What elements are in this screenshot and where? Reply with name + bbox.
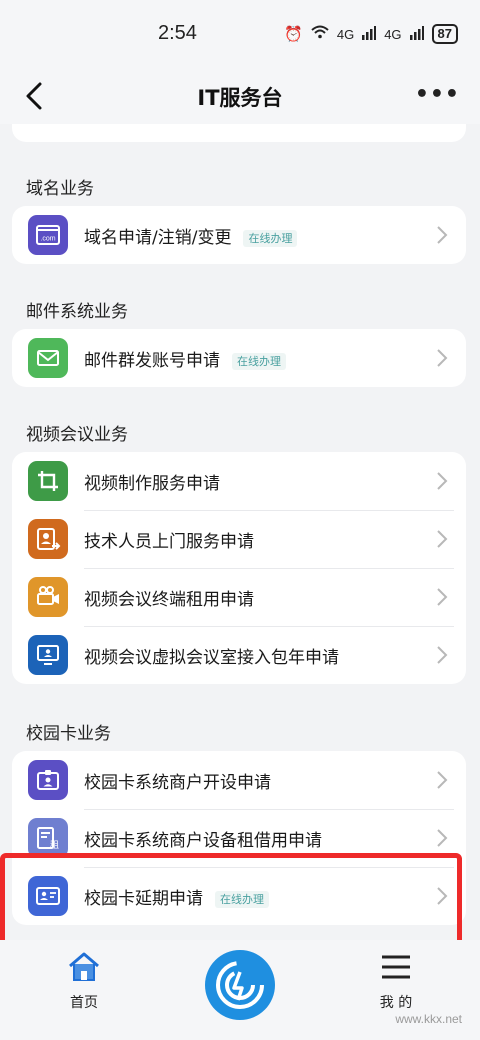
status-time: 2:54	[158, 22, 197, 44]
service-video-terminal[interactable]: 视频会议终端租用申请	[12, 568, 466, 626]
card-video: 视频制作服务申请 技术人员上门服务申请 视频会议终端租用申请 视频会议虚拟会议室…	[12, 452, 466, 684]
person-arrow-icon	[28, 519, 68, 559]
online-badge: 在线办理	[215, 890, 269, 908]
service-mail-account-label: 邮件群发账号申请	[84, 350, 220, 371]
service-label: 视频会议终端租用申请	[84, 589, 254, 610]
service-video-production[interactable]: 视频制作服务申请	[12, 452, 466, 510]
service-label: 视频会议虚拟会议室接入包年申请	[84, 647, 339, 668]
crop-icon	[28, 461, 68, 501]
service-label: 邮件群发账号申请 在线办理	[84, 346, 286, 371]
svg-text:.com: .com	[40, 236, 55, 243]
video-camera-icon	[28, 577, 68, 617]
wifi-icon	[311, 25, 329, 43]
chevron-right-icon	[437, 829, 448, 847]
chevron-right-icon	[437, 530, 448, 548]
service-label: 校园卡系统商户设备租借用申请	[84, 830, 322, 851]
svg-text:租: 租	[50, 840, 59, 851]
service-label: 校园卡延期申请 在线办理	[84, 884, 269, 909]
section-title-video: 视频会议业务	[26, 425, 128, 445]
watermark: www.kkx.net	[395, 1012, 462, 1026]
section-title-campus: 校园卡业务	[26, 724, 111, 744]
service-label: 校园卡系统商户开设申请	[84, 772, 271, 793]
service-list[interactable]: 域名业务 .com 域名申请/注销/变更 在线办理 邮件系统业务 邮件群发账号申请…	[0, 124, 480, 940]
tab-bar: 首页 我 的 www.kkx.net	[0, 940, 480, 1040]
service-label: 视频制作服务申请	[84, 473, 220, 494]
signal-4g-2: 4G	[384, 26, 402, 42]
chevron-right-icon	[437, 588, 448, 606]
card-campus: 校园卡系统商户开设申请 租 校园卡系统商户设备租借用申请 校园卡延期申请 在线办理	[12, 751, 466, 925]
chevron-right-icon	[437, 226, 448, 244]
website-icon: .com	[28, 215, 68, 255]
home-icon	[69, 952, 99, 981]
service-merchant-open[interactable]: 校园卡系统商户开设申请	[12, 751, 466, 809]
chevron-right-icon	[437, 771, 448, 789]
page-title: IT服务台	[197, 86, 283, 110]
battery-indicator: 87	[431, 24, 458, 44]
section-title-mail: 邮件系统业务	[26, 302, 128, 322]
chevron-right-icon	[437, 887, 448, 905]
alarm-icon: ⏰	[284, 26, 303, 43]
status-icons: ⏰ 4G 4G 87	[284, 24, 458, 44]
service-domain-apply-label: 域名申请/注销/变更	[84, 227, 232, 248]
service-domain-apply[interactable]: .com 域名申请/注销/变更 在线办理	[12, 206, 466, 264]
online-badge: 在线办理	[243, 229, 298, 247]
nav-bar: IT服务台 •••	[0, 68, 480, 124]
mail-icon	[28, 338, 68, 378]
chevron-right-icon	[437, 472, 448, 490]
tab-mine[interactable]: 我 的	[356, 950, 436, 1012]
online-badge: 在线办理	[232, 352, 286, 370]
more-options-icon[interactable]: •••	[415, 82, 460, 107]
card-domain: .com 域名申请/注销/变更 在线办理	[12, 206, 466, 264]
signal-bars-icon-2	[409, 25, 424, 43]
service-card-extend[interactable]: 校园卡延期申请 在线办理	[12, 867, 466, 925]
tab-mine-label: 我 的	[379, 995, 413, 1011]
rent-document-icon: 租	[28, 818, 68, 858]
card-mail: 邮件群发账号申请 在线办理	[12, 329, 466, 387]
monitor-person-icon	[28, 635, 68, 675]
menu-icon	[382, 955, 410, 979]
service-virtual-room[interactable]: 视频会议虚拟会议室接入包年申请	[12, 626, 466, 684]
status-bar: 2:54 ⏰ 4G 4G 87	[0, 0, 480, 68]
id-badge-icon	[28, 760, 68, 800]
service-device-rent[interactable]: 租 校园卡系统商户设备租借用申请	[12, 809, 466, 867]
chevron-right-icon	[437, 349, 448, 367]
service-label: 技术人员上门服务申请	[84, 531, 254, 552]
signal-bars-icon	[362, 25, 377, 43]
card-partial-top	[12, 124, 466, 142]
service-tech-visit[interactable]: 技术人员上门服务申请	[12, 510, 466, 568]
id-card-icon	[28, 876, 68, 916]
service-mail-account[interactable]: 邮件群发账号申请 在线办理	[12, 329, 466, 387]
tab-home[interactable]: 首页	[44, 950, 124, 1012]
signal-4g-1: 4G	[336, 26, 355, 42]
service-card-extend-label: 校园卡延期申请	[84, 888, 203, 909]
service-label: 域名申请/注销/变更 在线办理	[84, 223, 298, 248]
tab-home-label: 首页	[70, 995, 98, 1011]
chevron-right-icon	[437, 646, 448, 664]
app-logo-icon	[216, 961, 264, 1009]
center-action-button[interactable]	[205, 950, 275, 1020]
section-title-domain: 域名业务	[26, 179, 94, 199]
